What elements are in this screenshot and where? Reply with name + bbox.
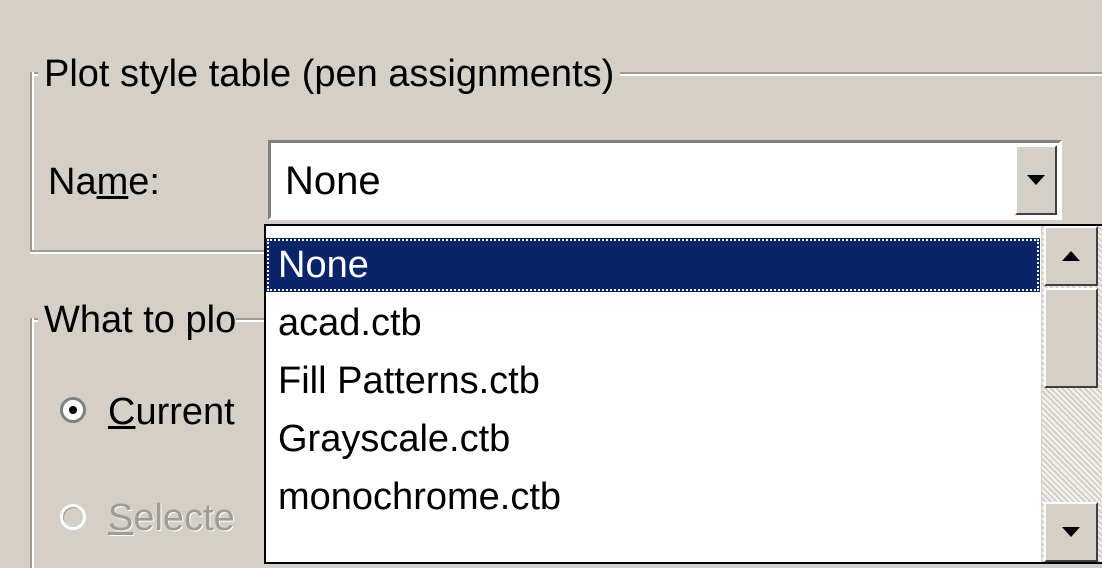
name-label-prefix: Na xyxy=(48,161,97,203)
dropdown-option-acad-ctb[interactable]: acad.ctb xyxy=(266,296,1040,350)
scroll-down-button[interactable] xyxy=(1044,502,1098,562)
plot-style-name-combobox[interactable]: None xyxy=(268,140,1062,220)
radio-selected-mnemonic: S xyxy=(108,497,134,539)
radio-current-label[interactable]: Current xyxy=(108,390,235,434)
scroll-up-arrow-icon xyxy=(1062,251,1080,261)
plot-style-group-left-border xyxy=(30,72,34,250)
plot-style-group-bottom-border xyxy=(30,250,270,254)
combo-dropdown-button[interactable] xyxy=(1015,145,1057,215)
dropdown-option-grayscale-ctb[interactable]: Grayscale.ctb xyxy=(266,412,1040,466)
radio-current-mnemonic: C xyxy=(108,391,136,433)
radio-selected-button xyxy=(60,504,86,530)
scroll-thumb[interactable] xyxy=(1044,288,1098,388)
what-to-plot-group-title: What to plo xyxy=(38,298,237,342)
dropdown-option-none[interactable]: None xyxy=(266,238,1040,292)
dropdown-option-fill-patterns-ctb[interactable]: Fill Patterns.ctb xyxy=(266,354,1040,408)
scroll-down-arrow-icon xyxy=(1062,527,1080,537)
scroll-up-button[interactable] xyxy=(1044,226,1098,286)
plot-style-dropdown-list[interactable]: None acad.ctb Fill Patterns.ctb Grayscal… xyxy=(264,224,1102,564)
radio-current-text: urrent xyxy=(135,391,235,433)
name-label: Name: xyxy=(48,160,160,204)
name-label-mnemonic: m xyxy=(96,161,129,203)
dropdown-vertical-scrollbar[interactable] xyxy=(1041,226,1102,562)
combo-selected-value: None xyxy=(285,159,381,203)
name-label-suffix: e: xyxy=(128,161,160,203)
chevron-down-icon xyxy=(1027,175,1045,185)
what-to-plot-group-left-border xyxy=(30,318,34,568)
radio-current-button[interactable] xyxy=(60,397,86,423)
radio-selected-text: electe xyxy=(133,497,235,539)
radio-selected-label: Selecte xyxy=(108,496,235,540)
radio-current-checked-dot xyxy=(69,406,77,414)
plot-style-group-title: Plot style table (pen assignments) xyxy=(38,52,621,96)
dropdown-option-monochrome-ctb[interactable]: monochrome.ctb xyxy=(266,470,1040,524)
